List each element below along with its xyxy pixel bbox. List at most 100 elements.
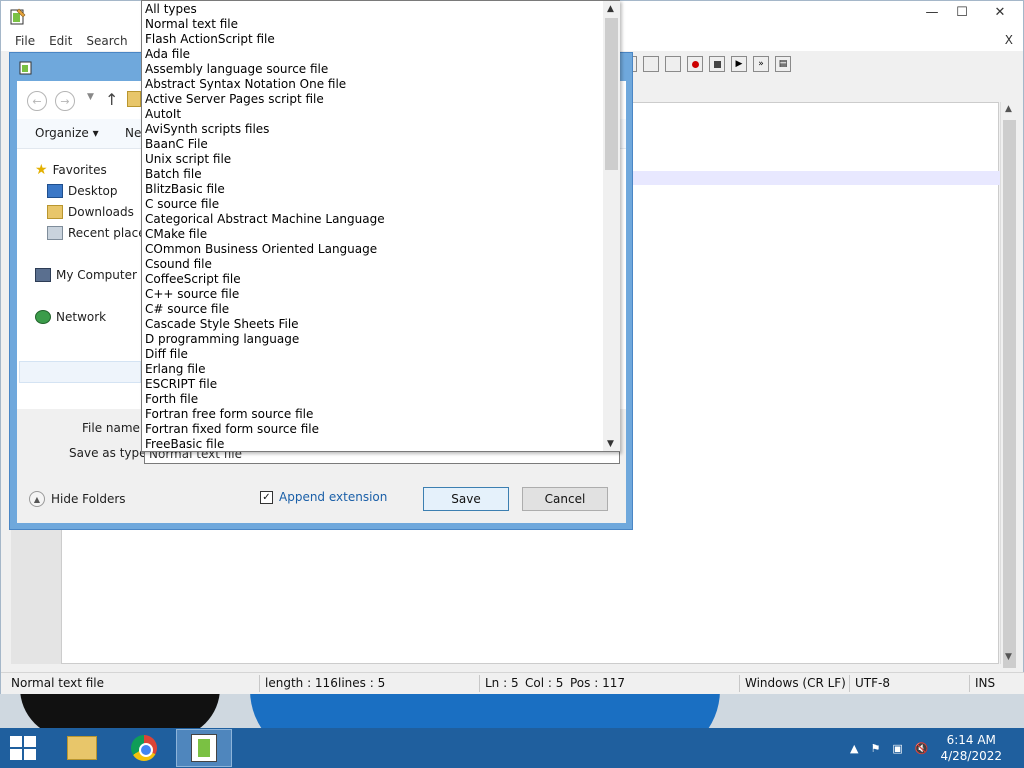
append-extension-checkbox[interactable]: ✓ (260, 491, 273, 504)
start-button-windows-icon[interactable] (10, 736, 36, 760)
nav-favorites[interactable]: ★ Favorites (35, 160, 107, 180)
scroll-down-icon[interactable]: ▼ (1005, 652, 1012, 662)
file-type-option[interactable]: AviSynth scripts files (144, 122, 604, 137)
file-type-option[interactable]: Erlang file (144, 362, 604, 377)
file-type-option[interactable]: BaanC File (144, 137, 604, 152)
scrollbar-thumb[interactable] (1003, 120, 1016, 668)
desktop-icon (47, 184, 63, 198)
file-type-option[interactable]: Assembly language source file (144, 62, 604, 77)
network-icon (35, 310, 51, 324)
computer-icon (35, 268, 51, 282)
file-type-option[interactable]: Forth file (144, 392, 604, 407)
playback-icon[interactable]: ▶ (731, 56, 747, 72)
chrome-icon (131, 735, 157, 761)
clock-date: 4/28/2022 (940, 749, 1002, 763)
menu-edit[interactable]: Edit (49, 34, 72, 48)
file-type-option[interactable]: CMake file (144, 227, 604, 242)
append-extension-label[interactable]: Append extension (279, 490, 387, 504)
up-arrow-icon[interactable]: ↑ (105, 90, 118, 109)
file-type-option[interactable]: Active Server Pages script file (144, 92, 604, 107)
toolbar: ▶ » ▤ (621, 53, 791, 75)
close-button[interactable]: ✕ (977, 1, 1023, 23)
nav-my-computer[interactable]: My Computer (35, 265, 137, 285)
nav-desktop-label: Desktop (68, 184, 118, 198)
menu-file[interactable]: File (15, 34, 35, 48)
folder-icon (127, 91, 141, 107)
file-type-option[interactable]: C# source file (144, 302, 604, 317)
file-type-option[interactable]: Ada file (144, 47, 604, 62)
status-bar: Normal text file length : 116 lines : 5 … (1, 672, 1024, 694)
file-type-option[interactable]: C source file (144, 197, 604, 212)
nav-desktop[interactable]: Desktop (47, 181, 118, 201)
toolbar-icon[interactable] (643, 56, 659, 72)
menu-search[interactable]: Search (86, 34, 127, 48)
action-center-flag-icon[interactable]: ⚑ (870, 742, 880, 755)
save-as-type-dropdown-list[interactable]: All types Normal text file Flash ActionScr… (141, 0, 620, 452)
run-multiple-icon[interactable]: » (753, 56, 769, 72)
file-type-option[interactable]: COmmon Business Oriented Language (144, 242, 604, 257)
nav-downloads-label: Downloads (68, 205, 134, 219)
file-type-option[interactable]: AutoIt (144, 107, 604, 122)
network-tray-icon[interactable]: ▣ (892, 742, 902, 755)
file-type-option[interactable]: Unix script file (144, 152, 604, 167)
show-hidden-icons-chevron-icon[interactable]: ▲ (850, 742, 858, 755)
save-button[interactable]: Save (423, 487, 509, 511)
record-macro-icon[interactable] (687, 56, 703, 72)
status-lines: lines : 5 (338, 676, 386, 690)
toolbar-icon[interactable] (665, 56, 681, 72)
file-type-option[interactable]: Diff file (144, 347, 604, 362)
file-type-option[interactable]: Cascade Style Sheets File (144, 317, 604, 332)
dropdown-scrollbar[interactable]: ▲ ▼ (603, 1, 620, 451)
clock-time: 6:14 AM (946, 733, 996, 747)
organize-button[interactable]: Organize ▾ (35, 126, 99, 140)
file-type-option[interactable]: Fortran free form source file (144, 407, 604, 422)
close-document-button[interactable]: X (1005, 33, 1013, 47)
recent-locations-chevron-icon[interactable]: ▼ (87, 92, 94, 102)
file-type-option[interactable]: Batch file (144, 167, 604, 182)
stop-recording-icon[interactable] (709, 56, 725, 72)
scrollbar-thumb[interactable] (605, 18, 618, 170)
file-type-option[interactable]: FreeBasic file (144, 437, 604, 452)
file-type-option[interactable]: Flash ActionScript file (144, 32, 604, 47)
new-folder-button[interactable]: Ne (125, 126, 141, 140)
save-as-type-label: Save as type: (69, 446, 151, 460)
back-arrow-icon[interactable]: ← (27, 91, 47, 111)
file-type-option[interactable]: Fortran fixed form source file (144, 422, 604, 437)
chevron-up-icon: ▲ (29, 491, 45, 507)
taskbar: ▲ ⚑ ▣ 🔇 6:14 AM 4/28/2022 (0, 728, 1024, 768)
scroll-down-icon[interactable]: ▼ (607, 439, 614, 449)
dialog-notepadpp-icon (19, 61, 32, 75)
file-type-option[interactable]: Categorical Abstract Machine Language (144, 212, 604, 227)
nav-network[interactable]: Network (35, 307, 106, 327)
minimize-button[interactable]: — (917, 1, 947, 23)
maximize-button[interactable]: ☐ (947, 1, 977, 23)
status-col: Col : 5 (525, 676, 564, 690)
file-type-option[interactable]: ESCRIPT file (144, 377, 604, 392)
nav-network-label: Network (56, 310, 107, 324)
hide-folders-button[interactable]: ▲ Hide Folders (29, 491, 126, 507)
file-type-option[interactable]: Normal text file (144, 17, 604, 32)
file-type-option[interactable]: Csound file (144, 257, 604, 272)
file-type-option[interactable]: CoffeeScript file (144, 272, 604, 287)
nav-favorites-label: Favorites (52, 163, 107, 177)
cancel-button[interactable]: Cancel (522, 487, 608, 511)
save-macro-icon[interactable]: ▤ (775, 56, 791, 72)
taskbar-notepadpp[interactable] (176, 729, 232, 767)
editor-vertical-scrollbar[interactable]: ▲ ▼ (1000, 102, 1018, 668)
nav-recent-places[interactable]: Recent places (47, 223, 152, 243)
nav-downloads[interactable]: Downloads (47, 202, 134, 222)
scroll-up-icon[interactable]: ▲ (1005, 104, 1012, 114)
volume-muted-icon[interactable]: 🔇 (915, 742, 929, 755)
file-type-option[interactable]: C++ source file (144, 287, 604, 302)
file-type-option[interactable]: All types (144, 2, 604, 17)
scroll-up-icon[interactable]: ▲ (607, 4, 614, 14)
taskbar-file-explorer[interactable] (54, 729, 110, 767)
navigation-pane: ★ Favorites Desktop Downloads Recent pla… (17, 149, 152, 409)
taskbar-chrome[interactable] (116, 729, 172, 767)
recent-places-icon (47, 226, 63, 240)
file-type-option[interactable]: D programming language (144, 332, 604, 347)
forward-arrow-icon[interactable]: → (55, 91, 75, 111)
clock[interactable]: 6:14 AM 4/28/2022 (940, 732, 1002, 764)
file-type-option[interactable]: Abstract Syntax Notation One file (144, 77, 604, 92)
file-type-option[interactable]: BlitzBasic file (144, 182, 604, 197)
